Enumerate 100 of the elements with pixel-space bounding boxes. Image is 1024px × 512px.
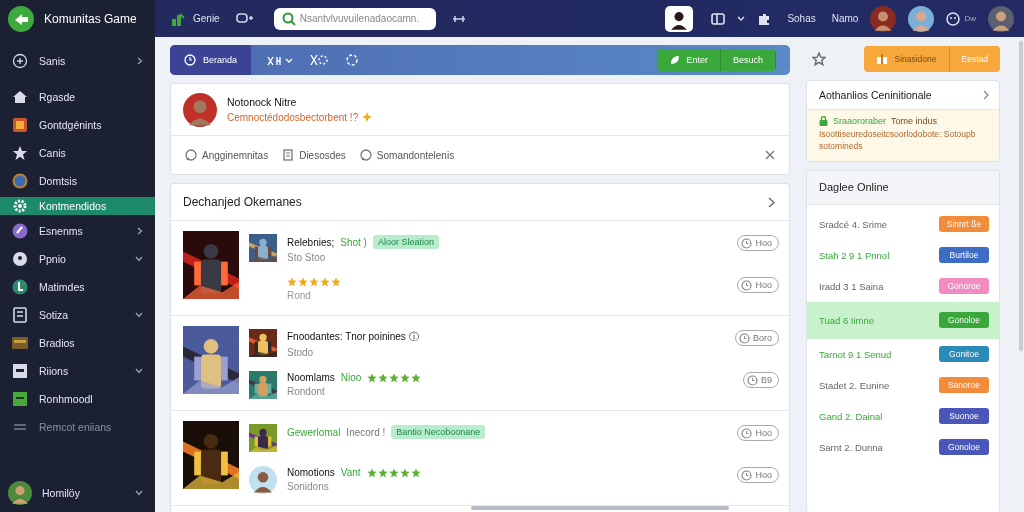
sidebar-item[interactable]: Bradios <box>0 329 155 357</box>
home-icon <box>12 89 28 105</box>
status-badge: Gonoloe <box>939 312 989 329</box>
chevron-right-icon[interactable] <box>768 196 775 208</box>
window-icon <box>12 363 28 379</box>
close-icon[interactable] <box>765 150 775 160</box>
search-field[interactable]: Nsantvlvuvuilenadaocamn. <box>273 7 436 30</box>
profile-avatar[interactable] <box>665 5 694 32</box>
document-icon <box>282 149 295 161</box>
item-tag: Inecord ! <box>346 426 386 438</box>
item-title: Relebnies; <box>287 236 335 248</box>
gear-icon <box>12 198 28 214</box>
item-subtitle: Rond <box>287 290 312 301</box>
chevron-right-icon[interactable] <box>983 90 989 100</box>
action-pill[interactable]: Hoo <box>737 425 779 441</box>
clock-icon <box>741 237 753 249</box>
item-title: Noomlams <box>287 372 335 383</box>
book-icon <box>12 307 28 323</box>
section-title: Dechanjed Okemanes <box>183 195 302 209</box>
action-pill[interactable]: Boro <box>735 330 779 346</box>
avatar <box>249 463 277 497</box>
scrollbar-thumb[interactable] <box>1019 41 1023 351</box>
lock-icon <box>819 116 828 126</box>
status-badge: Gonoroe <box>939 278 989 295</box>
status-badge: Gonoloe <box>939 439 989 456</box>
puzzle-icon[interactable] <box>757 11 772 26</box>
item-tag: Shot ) <box>340 236 367 248</box>
clock-icon <box>741 279 753 291</box>
sidebar-item[interactable]: Sotiza <box>0 301 155 329</box>
tile-icon <box>12 117 28 133</box>
expand-icon[interactable] <box>451 13 466 24</box>
layout-icon[interactable] <box>711 12 726 25</box>
online-row[interactable]: Stadet 2. Eunine Sanoroe <box>807 369 999 401</box>
online-row[interactable]: Tarnot 9 1 Senud Gonitoe <box>807 338 999 370</box>
online-row[interactable]: Gand 2. Dainal Suonoe <box>807 400 999 432</box>
chat-icon <box>185 149 197 161</box>
aside-button[interactable]: Sinasidone <box>864 45 950 72</box>
notice-tail: Tome indus <box>891 116 938 126</box>
post-action[interactable]: Somandontelenis <box>359 149 455 161</box>
status-badge: Gonitoe <box>939 346 989 363</box>
sidebar-item[interactable]: Ronhmoodl <box>0 385 155 413</box>
post-subtitle: Cemnoctédodosbectorbent !? <box>227 111 359 123</box>
sidebar-item[interactable]: Kontmendidos <box>0 197 155 215</box>
action-pill[interactable]: Hoo <box>737 467 779 483</box>
item-subtitle: Sto Stoo <box>287 252 327 263</box>
item-title: Fnoodantes: Tnor poinines ⓘ <box>287 330 419 344</box>
toolbar-tab[interactable]: Beranda <box>170 45 252 75</box>
top-link[interactable]: Sohas <box>787 13 816 24</box>
online-row[interactable]: Iradd 3 1 Saina Gonoroe <box>807 270 999 302</box>
status-badge: Suonoe <box>939 408 989 425</box>
post-action[interactable]: Diesosdes <box>282 149 346 161</box>
sidebar-item[interactable]: Rgasde <box>0 83 155 111</box>
notice-text: Isoottiseuredoseitcsoorlodobote: Sotoupb sotomineds <box>819 129 977 153</box>
logo-icon <box>8 5 34 32</box>
sidebar-item[interactable]: Canis <box>0 139 155 167</box>
item-badge: Aloor Sleation <box>372 235 439 249</box>
nav-link[interactable]: Genie <box>171 11 220 26</box>
sidebar-item[interactable]: Gontdgénints <box>0 111 155 139</box>
chat-add-icon[interactable] <box>235 11 254 26</box>
search-icon <box>281 11 296 26</box>
avatar <box>870 5 897 32</box>
sidebar-item[interactable]: Domtsis <box>0 167 155 195</box>
clock-icon <box>184 54 196 66</box>
star-icon <box>12 145 28 161</box>
item-subtitle: Rondont <box>287 386 326 397</box>
tile-icon <box>12 335 28 351</box>
status-badge: Sinnrt ße <box>939 216 989 233</box>
caret-icon[interactable] <box>737 15 746 22</box>
scrollbar-thumb[interactable] <box>471 506 729 510</box>
post-action[interactable]: Angginemnitas <box>185 149 269 161</box>
online-row[interactable]: Sradcé 4. Srime Sinnrt ße <box>807 208 999 240</box>
sidebar-item[interactable]: Esnenms <box>0 217 155 245</box>
face-icon[interactable] <box>946 11 961 26</box>
notice-lead: Sraaororaber <box>833 116 887 126</box>
online-row[interactable]: Sarnt 2. Dunna Gonoloe <box>807 431 999 463</box>
top-link[interactable]: Namo <box>831 13 859 24</box>
action-pill[interactable]: Hoo <box>737 277 779 293</box>
action-pill[interactable]: B9 <box>743 372 779 388</box>
action-pill[interactable]: Hoo <box>737 235 779 251</box>
window-icon <box>12 391 28 407</box>
clock-icon <box>741 427 753 439</box>
avatar <box>988 5 1014 32</box>
card-title: Aothanlios Ceninitionale <box>819 89 932 101</box>
item-subtitle: Sonidons <box>287 481 330 492</box>
star-icon[interactable] <box>812 51 826 66</box>
online-row[interactable]: Stah 2 9 1 Pnnol Burtiloe <box>807 239 999 271</box>
avatar <box>908 5 935 32</box>
sidebar-item[interactable]: Riions <box>0 357 155 385</box>
chart-icon <box>171 11 185 26</box>
item-tag: Nioo <box>340 372 362 383</box>
sidebar-item[interactable]: Ppnio <box>0 245 155 273</box>
pin-icon <box>12 251 28 267</box>
gift-icon <box>876 52 889 65</box>
plus-icon <box>12 53 28 69</box>
status-text: Dw <box>964 14 976 23</box>
user-menu[interactable]: Homilöy <box>0 478 155 508</box>
section-title: Daglee Online <box>807 170 999 205</box>
sidebar-item[interactable]: Sanis <box>0 47 155 75</box>
status-badge: Sanoroe <box>939 377 989 394</box>
sidebar-item[interactable]: Matimdes <box>0 273 155 301</box>
